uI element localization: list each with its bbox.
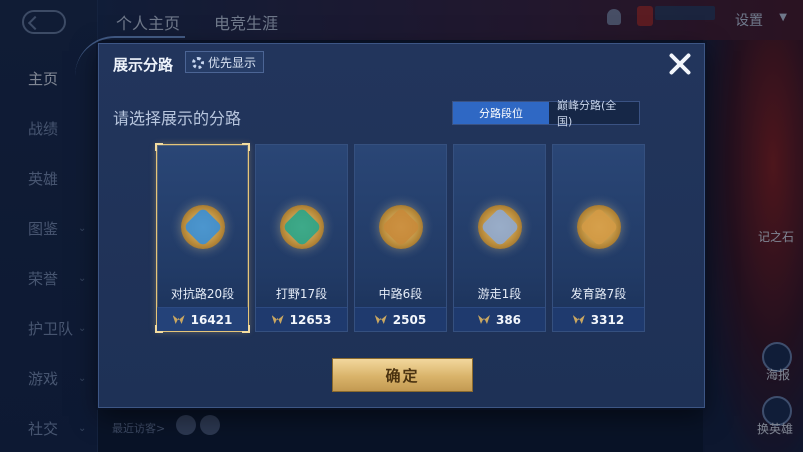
lane-score-bar: 386 <box>454 307 545 331</box>
jungle-icon <box>280 205 324 249</box>
priority-display-label: 优先显示 <box>208 55 257 70</box>
tab-peak-lane[interactable]: 巅峰分路(全国) <box>549 99 639 128</box>
selection-corner <box>155 325 163 333</box>
support-icon <box>478 205 522 249</box>
lane-rank-label: 对抗路20段 <box>170 287 235 301</box>
rank-icon <box>374 315 387 324</box>
lane-rank-label: 发育路7段 <box>570 287 627 301</box>
lane-card[interactable]: 打野17段 12653 <box>255 144 348 332</box>
selection-corner <box>242 143 250 151</box>
bot-lane-icon <box>577 205 621 249</box>
lane-score-bar: 3312 <box>553 307 644 331</box>
dialog-title: 展示分路 <box>113 56 174 74</box>
lane-rank-label: 游走1段 <box>477 287 522 301</box>
confirm-button[interactable]: 确定 <box>332 358 473 392</box>
selection-corner <box>155 143 163 151</box>
rank-icon <box>271 315 284 324</box>
lane-score: 386 <box>495 312 522 327</box>
lane-score-bar: 16421 <box>157 307 248 331</box>
lane-score-bar: 12653 <box>256 307 347 331</box>
lane-score: 16421 <box>190 312 233 327</box>
select-lane-prompt: 请选择展示的分路 <box>113 109 242 128</box>
lane-score: 12653 <box>289 312 332 327</box>
lane-card[interactable]: 对抗路20段 16421 <box>155 143 250 333</box>
lane-card[interactable]: 游走1段 386 <box>453 144 546 332</box>
tab-lane-rank[interactable]: 分路段位 <box>453 102 549 124</box>
top-lane-icon <box>181 205 225 249</box>
lane-display-dialog: 展示分路 优先显示 请选择展示的分路 分路段位 巅峰分路(全国) 对抗路20段 1… <box>75 36 705 408</box>
mid-lane-icon <box>379 205 423 249</box>
rank-icon <box>477 315 490 324</box>
lane-score: 2505 <box>392 312 427 327</box>
rank-icon <box>172 315 185 324</box>
lane-card[interactable]: 发育路7段 3312 <box>552 144 645 332</box>
rank-icon <box>572 315 585 324</box>
gear-icon <box>192 57 204 69</box>
close-button[interactable] <box>666 50 694 78</box>
priority-display-button[interactable]: 优先显示 <box>185 51 265 73</box>
lane-mode-toggle: 分路段位 巅峰分路(全国) <box>452 99 640 128</box>
lane-card[interactable]: 中路6段 2505 <box>354 144 447 332</box>
selection-corner <box>242 325 250 333</box>
lane-rank-label: 打野17段 <box>275 287 328 301</box>
lane-score-bar: 2505 <box>355 307 446 331</box>
lane-score: 3312 <box>590 312 625 327</box>
lane-rank-label: 中路6段 <box>378 287 423 301</box>
